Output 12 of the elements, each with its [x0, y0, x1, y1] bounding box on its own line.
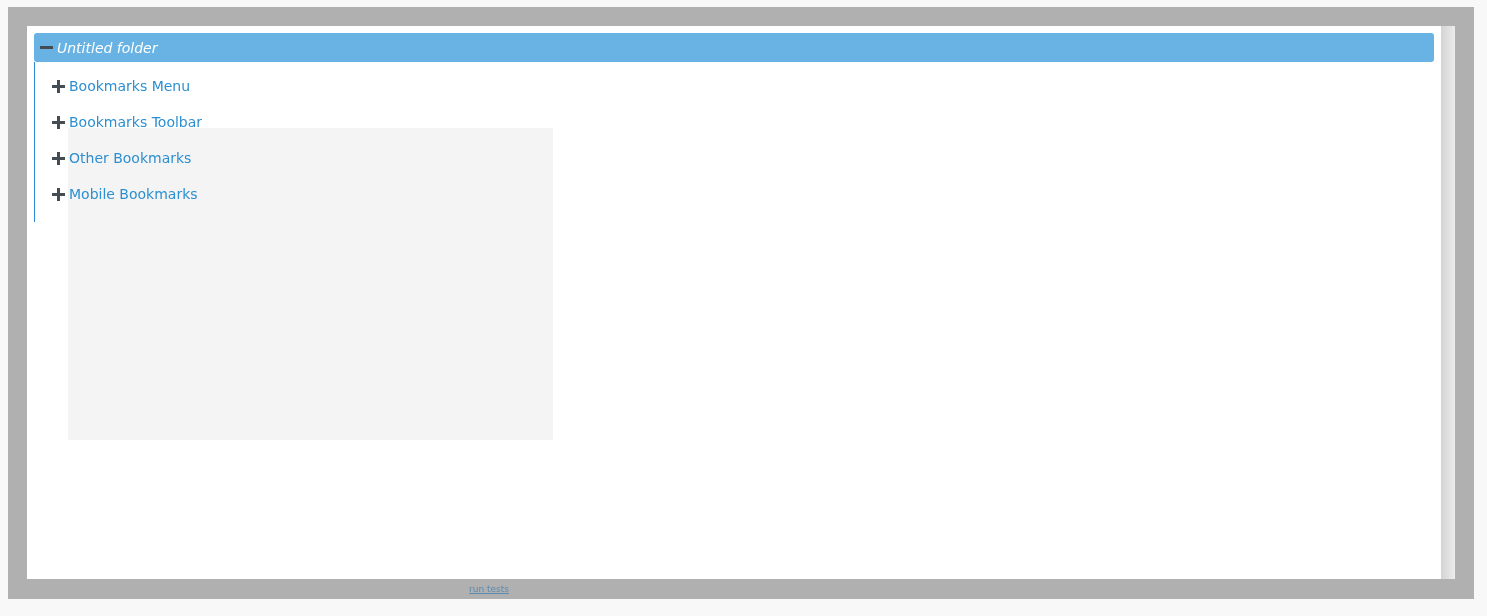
folder-label[interactable]: Other Bookmarks: [69, 150, 192, 166]
plus-icon[interactable]: [52, 151, 65, 165]
plus-icon[interactable]: [52, 79, 65, 93]
scrollbar[interactable]: [1441, 26, 1455, 579]
folder-label[interactable]: Bookmarks Menu: [69, 78, 191, 94]
folder-row[interactable]: Untitled folder: [34, 33, 1434, 62]
plus-icon[interactable]: [52, 187, 65, 201]
folder-label[interactable]: Mobile Bookmarks: [69, 186, 198, 202]
plus-icon[interactable]: [52, 115, 65, 129]
folder-label[interactable]: Bookmarks Toolbar: [69, 114, 203, 130]
folder-label: Untitled folder: [57, 39, 158, 56]
run-tests-link[interactable]: run tests: [469, 584, 509, 594]
